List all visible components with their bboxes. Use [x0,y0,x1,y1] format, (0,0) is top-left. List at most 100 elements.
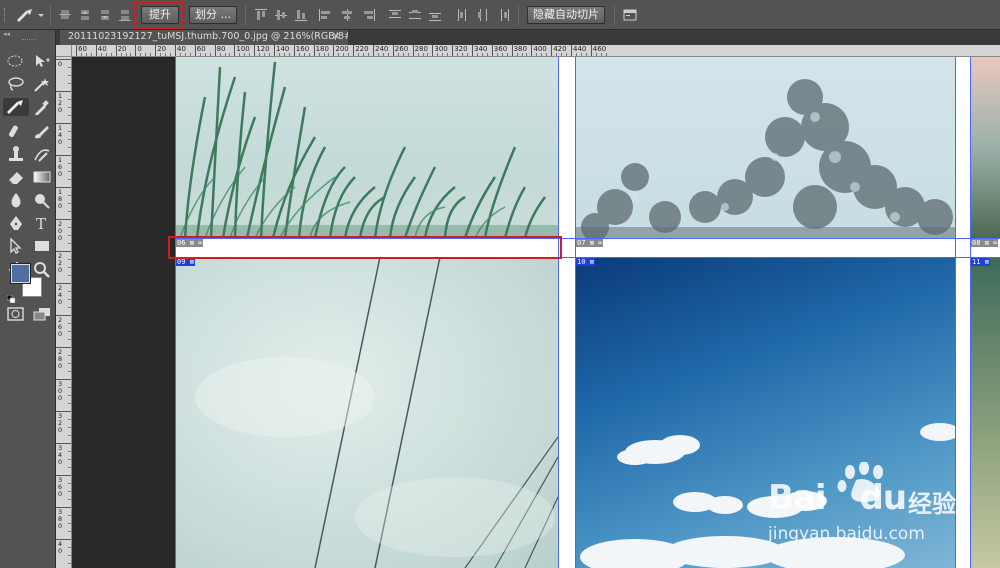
ruler-label: 260 [394,45,409,53]
slice-guide [575,57,576,568]
eyedropper-icon[interactable] [31,98,53,116]
ruler-tick [333,45,335,56]
slice-label[interactable]: 08 ⊠ ∞ [971,239,999,247]
document-tab[interactable]: 20111023192127_tuMSJ.thumb.700_0.jpg @ 2… [60,30,348,45]
brush-icon[interactable] [31,122,53,140]
align-vcenter-icon[interactable] [274,7,288,21]
align-hcenter-icon[interactable] [340,7,354,21]
slice-06-image[interactable] [175,57,558,238]
slice-label[interactable]: 07 ⊠ ∞ [576,239,604,247]
horizontal-ruler[interactable]: 60 40 20 0 20 40 60 80 100 120 140 160 180 200 220 240 2… [72,45,1000,57]
slice-guide [175,57,176,568]
eraser-icon[interactable] [5,168,27,186]
type-tool-icon[interactable]: T [31,214,53,233]
ruler-label: 460 [592,45,607,53]
clone-stamp-icon[interactable] [5,145,27,163]
bring-forward-icon[interactable] [78,7,92,21]
ruler-tick [353,45,355,56]
ruler-label: 60 [78,45,87,53]
slice-options-icon[interactable] [623,7,637,21]
magic-wand-icon[interactable] [31,75,53,93]
options-grip[interactable] [4,8,8,22]
ruler-tick [293,45,295,56]
dodge-icon[interactable] [31,191,53,209]
slice-09-image[interactable] [175,257,558,568]
slice-label[interactable]: 09 ⊠ [176,258,195,266]
distribute-bottom-icon[interactable] [428,7,442,21]
slice-label[interactable]: 11 ⊠ [971,258,990,266]
zoom-tool-icon[interactable] [31,260,53,278]
ruler-label: 3 4 0 [58,444,63,466]
default-colors-swatch-icon[interactable] [6,288,17,304]
blur-icon[interactable] [5,191,27,209]
distribute-vcenter-icon[interactable] [408,7,422,21]
ruler-label: 3 8 0 [58,508,63,530]
ruler-origin[interactable] [56,45,72,57]
ruler-label: 3 0 0 [58,380,63,402]
ruler-label: 300 [434,45,448,53]
ruler-tick [95,45,97,56]
ruler-tick [511,45,513,56]
ruler-label: 400 [533,45,547,53]
collapse-icon[interactable]: ◂◂ [3,31,15,38]
slice-07-image[interactable] [575,57,955,238]
distribute-left-icon[interactable] [456,7,470,21]
send-backward-icon[interactable] [98,7,112,21]
path-selection-icon[interactable] [5,237,27,255]
distribute-hcenter-icon[interactable] [476,7,490,21]
ruler-tick [234,45,236,56]
align-top-icon[interactable] [254,7,268,21]
send-to-back-icon[interactable] [118,7,132,21]
ruler-tick [214,45,216,56]
ruler-label: 320 [454,45,468,53]
distribute-right-icon[interactable] [496,7,510,21]
healing-brush-icon[interactable] [5,122,27,140]
quick-mask-icon[interactable] [5,305,27,323]
ruler-label: 420 [553,45,567,53]
slice-tool-icon[interactable] [3,98,29,116]
history-brush-icon[interactable] [31,145,53,163]
move-tool-icon[interactable] [31,52,53,70]
ruler-label: 360 [493,45,508,53]
document-tab-bar: 20111023192127_tuMSJ.thumb.700_0.jpg @ 2… [56,30,1000,45]
distribute-top-icon[interactable] [388,7,402,21]
ruler-label: 160 [295,45,310,53]
document-tab-title: 20111023192127_tuMSJ.thumb.700_0.jpg @ 2… [68,31,348,42]
ruler-label: 1 4 0 [58,124,63,146]
toolbox: ◂◂ T ↻ [0,30,56,568]
ruler-label: 20 [157,45,167,53]
slice-08-image[interactable] [970,57,1000,238]
ruler-label: 340 [474,45,488,53]
divide-button[interactable]: 划分 ... [189,6,237,24]
lasso-icon[interactable] [5,75,27,93]
screen-mode-icon[interactable] [31,305,53,323]
bring-to-front-icon[interactable] [58,7,72,21]
ruler-label: 1 8 0 [58,188,63,210]
pen-icon[interactable] [5,214,27,232]
close-tab-icon[interactable]: × [332,30,340,44]
ruler-tick [313,45,315,56]
slice-label[interactable]: 10 ⊠ [576,258,595,266]
ruler-label: 3 6 0 [58,476,63,498]
slice-07-strip[interactable] [575,238,955,257]
hide-auto-slices-button[interactable]: 隐藏自动切片 [527,6,605,24]
foreground-color-swatch[interactable] [10,263,31,284]
align-left-icon[interactable] [318,7,332,21]
vertical-gutter [558,57,575,568]
gradient-icon[interactable] [31,168,53,186]
watermark-url: jingyan.baidu.com [768,524,925,544]
ruler-label: 40 [97,45,107,53]
elliptical-marquee-icon[interactable] [5,52,27,70]
align-bottom-icon[interactable] [294,7,308,21]
rectangle-shape-icon[interactable] [31,237,53,255]
ruler-label: 0 [137,45,142,53]
ruler-label: 1 6 0 [58,156,63,178]
ruler-tick [491,45,493,56]
slice-select-tool-icon[interactable] [14,6,44,24]
align-right-icon[interactable] [362,7,376,21]
divider [518,5,519,25]
vertical-ruler[interactable]: 0 1 2 0 1 4 0 1 6 0 1 8 0 2 0 0 2 2 0 2 4 0 2 6 … [56,57,72,568]
ruler-tick [452,45,454,56]
ruler-tick [531,45,533,56]
toolbox-grip[interactable] [22,39,36,41]
